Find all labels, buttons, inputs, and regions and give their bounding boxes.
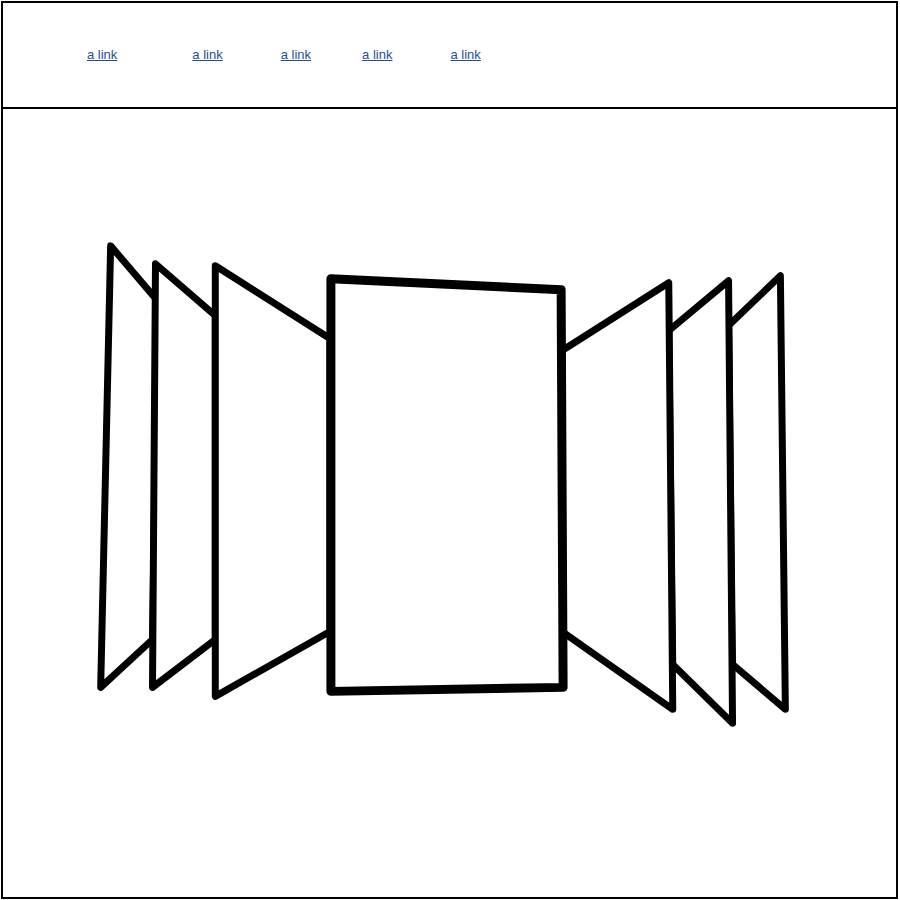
nav-link[interactable]: a link [450,47,480,63]
nav-link[interactable]: a link [281,47,311,63]
carousel-slide[interactable] [331,279,563,692]
carousel-slide[interactable] [562,283,673,710]
carousel-area [1,109,898,899]
nav-link[interactable]: a link [87,47,117,63]
nav-link[interactable]: a link [192,47,222,63]
carousel-slide[interactable] [729,276,786,710]
carousel-slide[interactable] [101,246,158,688]
carousel-slide[interactable] [215,266,330,697]
top-nav: a link a link a link a link a link [1,1,898,109]
nav-link[interactable]: a link [362,47,392,63]
carousel-slide[interactable] [669,281,733,724]
carousel [3,109,896,897]
carousel-slide[interactable] [152,264,215,688]
